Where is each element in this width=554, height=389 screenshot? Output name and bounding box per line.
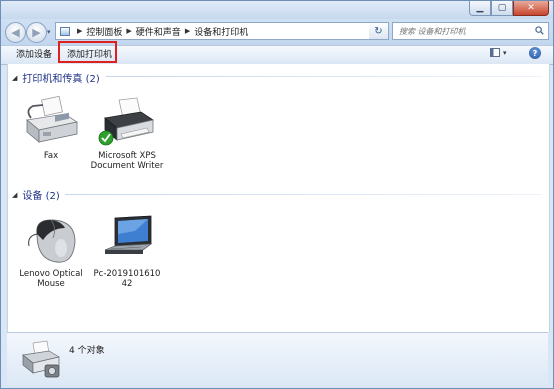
collapse-triangle-icon[interactable]: ◢ [12,74,17,82]
mouse-icon [28,219,76,263]
collapse-triangle-icon[interactable]: ◢ [12,191,17,199]
group-header-devices[interactable]: ◢ 设备 (2) [12,187,60,203]
view-icon [490,48,500,57]
breadcrumb-separator[interactable]: ▶ [126,27,131,35]
fax-icon [26,96,79,143]
help-icon[interactable]: ? [529,47,541,59]
printer-icon [98,97,155,146]
group-header-printers[interactable]: ◢ 打印机和传真 (2) [12,70,100,86]
search-box[interactable] [392,22,549,40]
change-view-button[interactable]: ▾ [490,48,507,57]
group-divider [106,76,542,77]
back-arrow-icon: ◀ [11,26,20,39]
device-item-computer[interactable]: Pc-2019101610 42 [89,214,165,289]
breadcrumb-control-panel[interactable]: 控制面板 [86,25,122,38]
add-device-button[interactable]: 添加设备 [12,48,56,62]
address-bar[interactable]: ▶ 控制面板 ▶ 硬件和声音 ▶ 设备和打印机 ▾ [55,22,381,40]
add-printer-highlight-box [58,41,117,63]
device-label: Microsoft XPS Document Writer [90,151,164,171]
device-item-mouse[interactable]: Lenovo Optical Mouse [13,214,89,289]
device-list-pane: ◢ 打印机和传真 (2) Fax Microsoft XPS Document … [7,64,550,332]
details-pane: 4 个对象 [7,332,548,386]
group-divider [65,194,542,195]
group-title: 打印机和传真 (2) [22,74,100,85]
breadcrumb-hardware-sound[interactable]: 硬件和声音 [136,25,181,38]
search-input[interactable] [393,26,529,36]
object-count: 4 个对象 [69,346,105,356]
control-panel-icon [60,26,70,36]
minimize-button[interactable]: ▁ [469,1,491,16]
device-label: Fax [43,151,59,161]
close-button[interactable]: ✕ [513,1,549,16]
explorer-window: ▁ ▢ ✕ ◀ ▶ ▾ ▶ 控制面板 ▶ 硬件和声音 ▶ 设备和打印机 ▾ ↻ [0,0,554,389]
recent-pages-dropdown[interactable]: ▾ [47,28,51,36]
device-label: Pc-2019101610 42 [93,269,161,289]
back-button[interactable]: ◀ [5,22,26,43]
view-dropdown-arrow[interactable]: ▾ [503,49,507,57]
breadcrumb-separator[interactable]: ▶ [185,27,190,35]
refresh-icon: ↻ [374,25,383,37]
default-check-icon [98,130,114,146]
forward-button[interactable]: ▶ [26,22,47,43]
forward-arrow-icon: ▶ [32,26,41,39]
breadcrumb-devices-printers[interactable]: 设备和打印机 [194,25,248,38]
title-bar: ▁ ▢ ✕ [1,1,553,19]
maximize-button[interactable]: ▢ [491,1,513,16]
devices-printers-icon [22,340,60,378]
group-title: 设备 (2) [22,191,60,202]
device-label: Lenovo Optical Mouse [19,269,83,289]
window-controls: ▁ ▢ ✕ [469,1,549,16]
device-item-fax[interactable]: Fax [13,96,89,161]
laptop-icon [104,215,153,254]
device-item-xps-writer[interactable]: Microsoft XPS Document Writer [89,96,165,171]
refresh-button[interactable]: ↻ [369,22,389,40]
search-icon[interactable] [535,26,544,35]
breadcrumb-separator[interactable]: ▶ [77,27,82,35]
